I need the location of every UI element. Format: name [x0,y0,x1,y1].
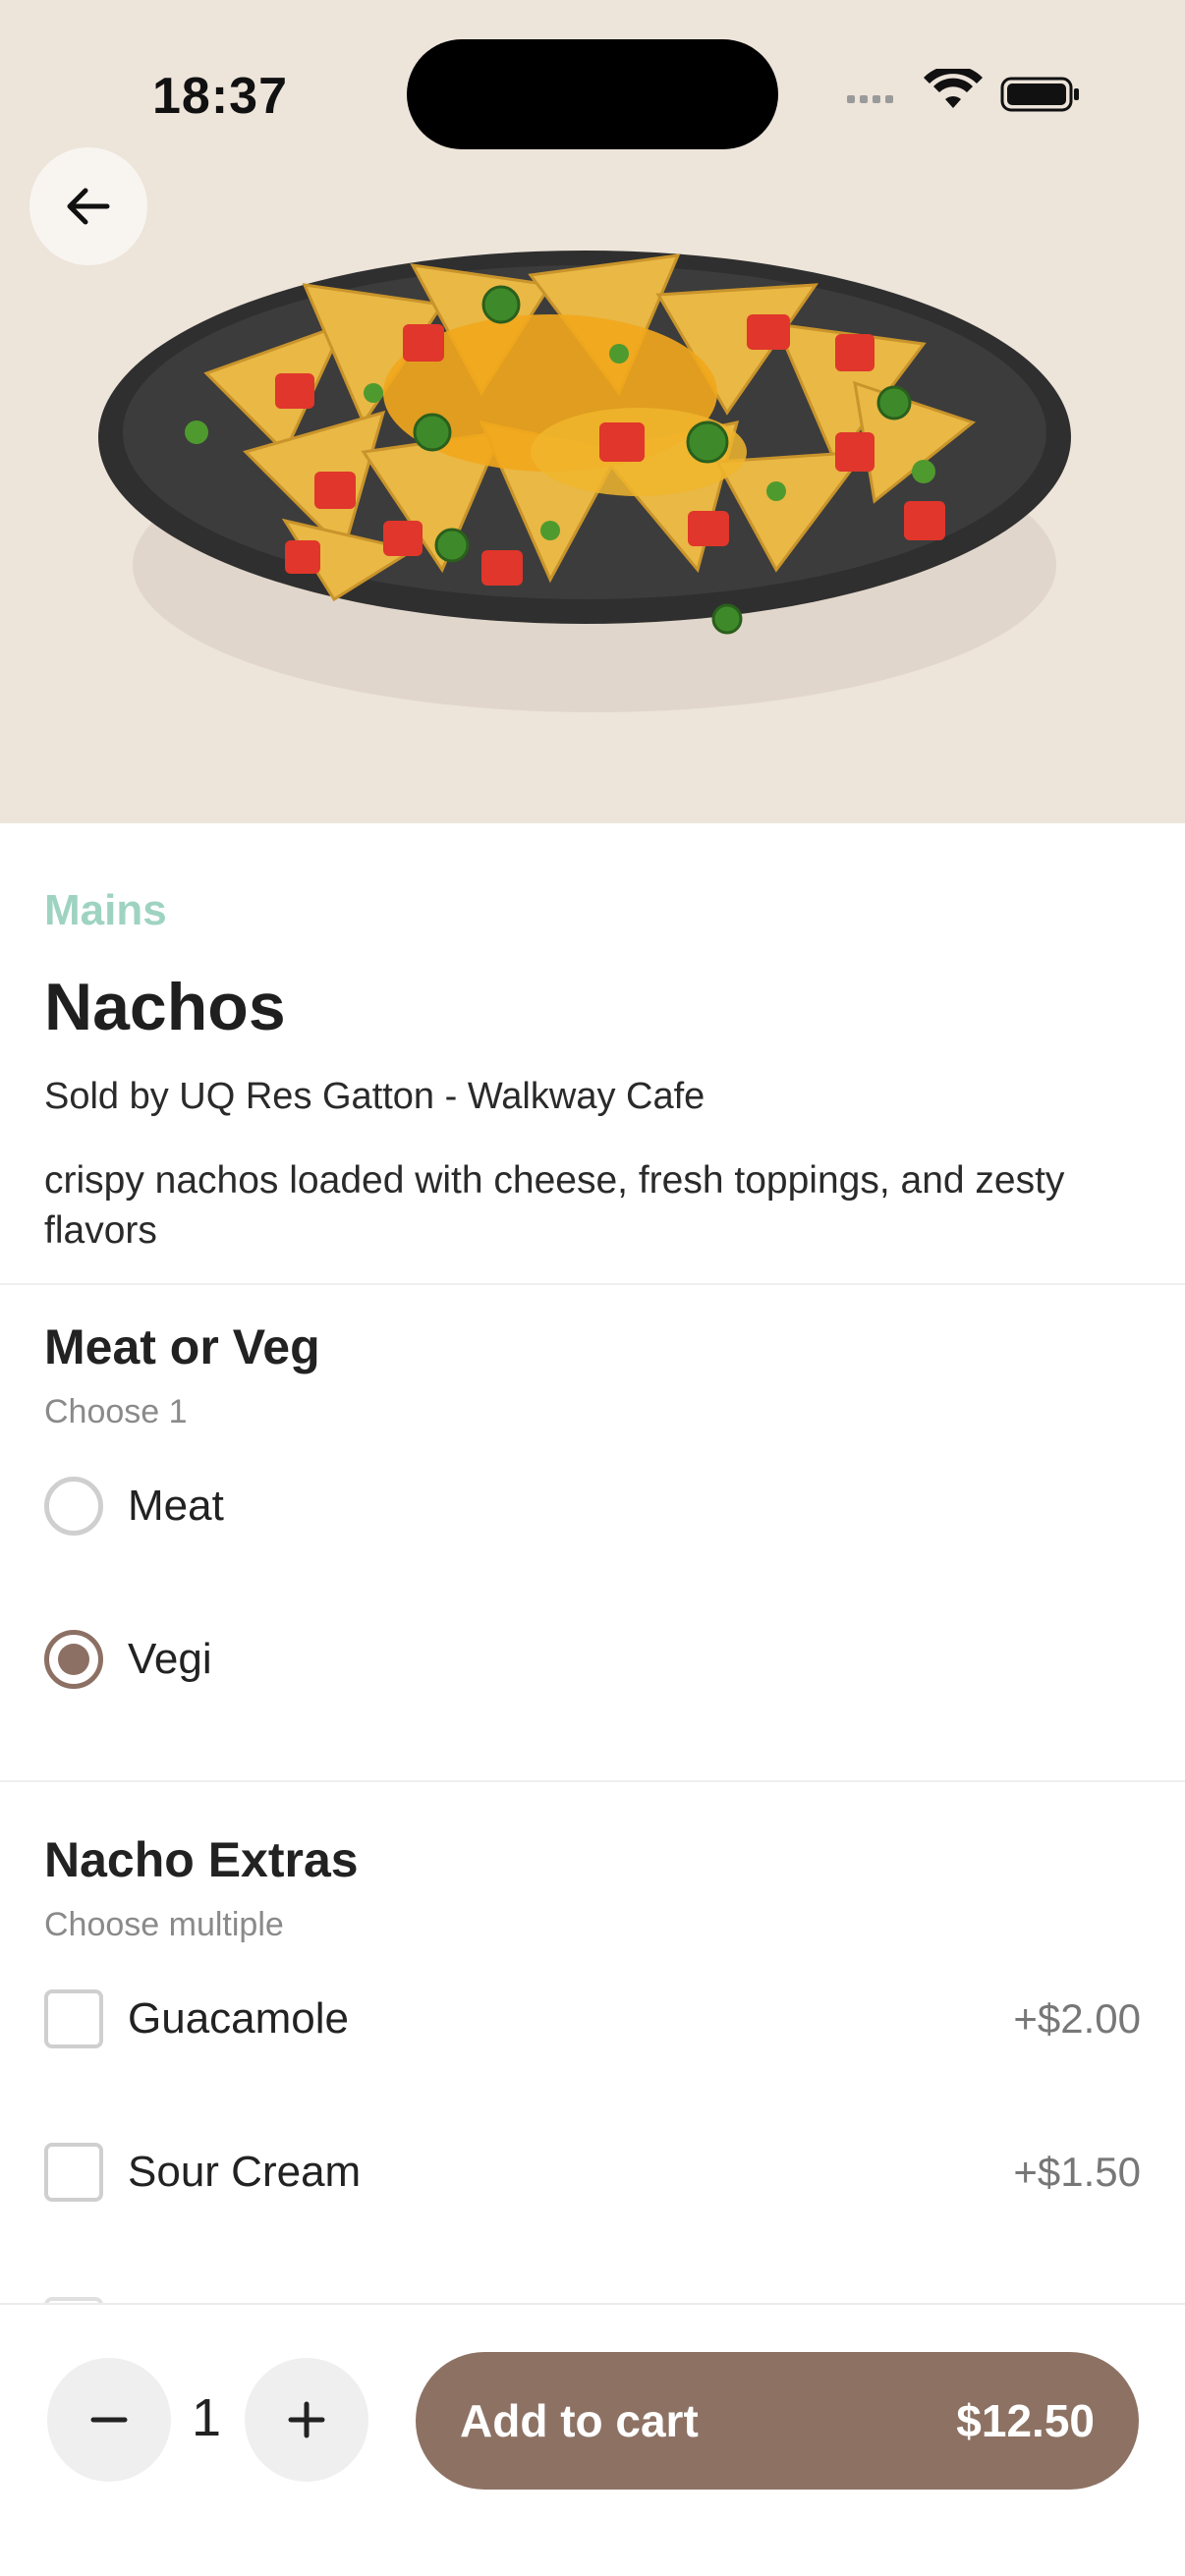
option-label: Sour Cream [128,2148,362,2196]
product-hero: 18:37 [0,0,1185,823]
checkbox-guacamole[interactable] [44,1989,103,2048]
cart-total: $12.50 [956,2395,1095,2446]
product-seller: Sold by UQ Res Gatton - Walkway Cafe [44,1076,705,1117]
back-arrow-icon [67,188,110,225]
divider [0,1283,1185,1285]
product-title: Nachos [44,970,286,1044]
quantity-value: 1 [191,2388,222,2447]
option-meat[interactable]: Meat [44,1472,1141,1540]
status-time: 18:37 [152,68,288,125]
minus-icon [90,2417,128,2423]
radio-selected-dot [58,1644,89,1675]
product-image [98,251,1071,712]
radio-vegi[interactable] [44,1630,103,1689]
plus-icon [288,2401,325,2438]
option-vegi[interactable]: Vegi [44,1625,1141,1694]
radio-meat[interactable] [44,1477,103,1536]
option-guacamole[interactable]: Guacamole +$2.00 [44,1985,1141,2053]
meat-or-veg-subtitle: Choose 1 [44,1393,188,1430]
status-icons [847,69,1079,112]
option-label: Vegi [128,1635,212,1683]
product-description: crispy nachos loaded with cheese, fresh … [44,1159,1065,1252]
add-to-cart-label: Add to cart [460,2395,699,2446]
battery-icon [1000,77,1079,112]
back-button[interactable] [29,147,147,265]
meat-or-veg-title: Meat or Veg [44,1319,320,1374]
option-label: Meat [128,1482,224,1530]
checkbox-sour-cream[interactable] [44,2143,103,2202]
option-price: +$1.50 [1013,2149,1141,2195]
option-sour-cream[interactable]: Sour Cream +$1.50 [44,2138,1141,2207]
wifi-icon [924,69,983,108]
increase-quantity-button[interactable] [245,2358,368,2482]
status-bar: 18:37 [0,0,1185,187]
bottom-bar: 1 Add to cart $12.50 [0,2303,1185,2576]
add-to-cart-button[interactable]: Add to cart $12.50 [416,2352,1139,2490]
divider [0,1780,1185,1782]
product-category: Mains [44,886,167,934]
signal-icon [847,95,893,103]
dynamic-island [407,39,778,149]
decrease-quantity-button[interactable] [47,2358,171,2482]
option-price: +$2.00 [1013,1995,1141,2042]
nacho-extras-subtitle: Choose multiple [44,1906,284,1943]
nacho-extras-title: Nacho Extras [44,1832,359,1887]
option-label: Guacamole [128,1994,350,2043]
